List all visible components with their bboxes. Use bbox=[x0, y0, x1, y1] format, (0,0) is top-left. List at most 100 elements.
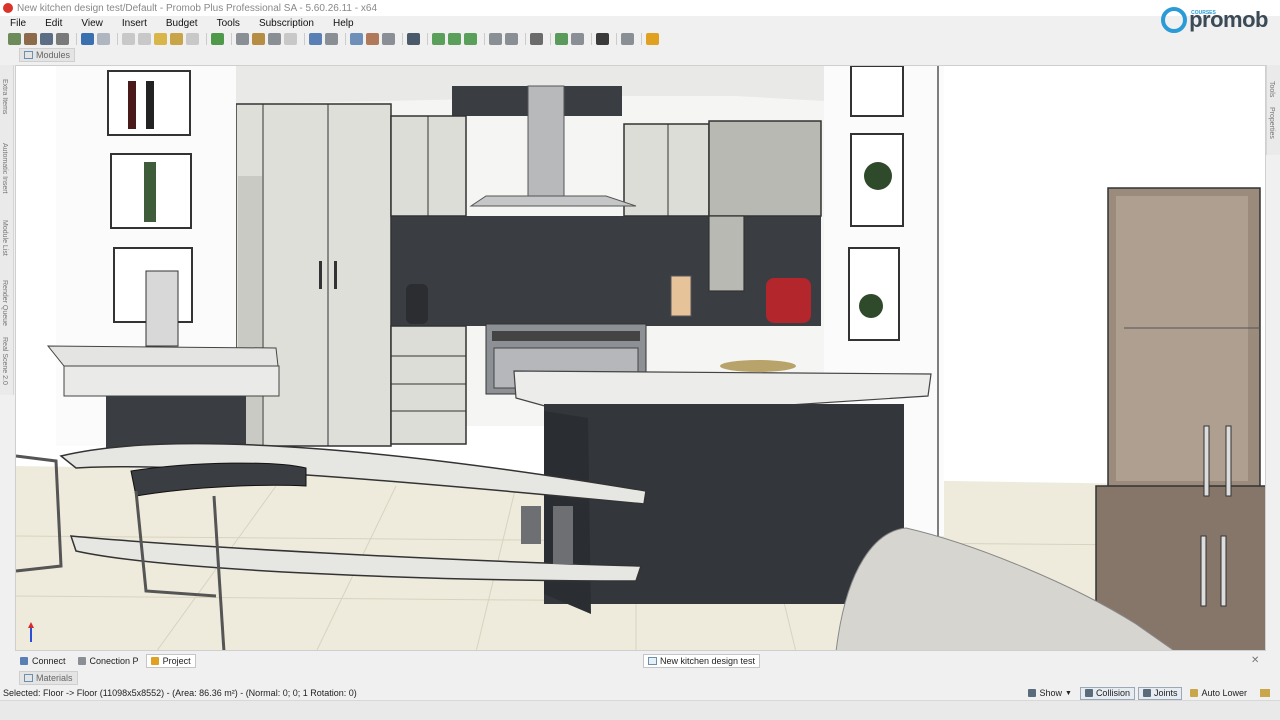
right-side-rail: Tools Properties bbox=[1266, 65, 1280, 155]
transform-icon[interactable] bbox=[571, 33, 584, 45]
toolbar-separator bbox=[616, 33, 617, 45]
lasso-icon[interactable] bbox=[268, 33, 281, 45]
window-title: New kitchen design test/Default - Promob… bbox=[17, 2, 377, 14]
undo-icon[interactable] bbox=[81, 33, 94, 45]
copy-icon[interactable] bbox=[138, 33, 151, 45]
show-button[interactable]: Show ▼ bbox=[1023, 687, 1076, 700]
rail-real-scene[interactable]: Real Scene 2.0 bbox=[1, 337, 8, 385]
measure-icon[interactable] bbox=[325, 33, 338, 45]
toolbar-separator bbox=[76, 33, 77, 45]
menu-view[interactable]: View bbox=[71, 18, 112, 29]
menu-insert[interactable]: Insert bbox=[112, 18, 156, 29]
toolbar-separator bbox=[206, 33, 207, 45]
toolbar-separator bbox=[345, 33, 346, 45]
align-icon[interactable] bbox=[621, 33, 634, 45]
app-icon bbox=[3, 3, 13, 13]
eye-icon[interactable] bbox=[407, 33, 420, 45]
material-icon[interactable] bbox=[366, 33, 379, 45]
show-icon bbox=[1028, 689, 1037, 697]
refresh-icon[interactable] bbox=[211, 33, 224, 45]
project-icon bbox=[150, 657, 159, 665]
catalog-icon[interactable] bbox=[646, 33, 659, 45]
pen-icon[interactable] bbox=[555, 33, 568, 45]
range-hood-chimney bbox=[527, 85, 565, 197]
corner-tall-unit bbox=[708, 215, 745, 292]
joints-label: Joints bbox=[1153, 688, 1178, 698]
camera-icon[interactable] bbox=[489, 33, 502, 45]
toolbar-separator bbox=[427, 33, 428, 45]
stand-mixer bbox=[766, 278, 811, 323]
move-icon[interactable] bbox=[596, 33, 609, 45]
tab-connect[interactable]: Connect bbox=[15, 654, 71, 668]
range-hood-canopy bbox=[469, 195, 637, 207]
view-prev-icon[interactable] bbox=[432, 33, 445, 45]
cooker-knobs bbox=[492, 331, 640, 341]
document-tab[interactable]: New kitchen design test bbox=[643, 654, 761, 668]
save-icon[interactable] bbox=[40, 33, 53, 45]
cabinet-handle bbox=[319, 261, 322, 289]
plant-niche-top bbox=[850, 66, 904, 117]
menu-edit[interactable]: Edit bbox=[35, 18, 71, 29]
materials-icon bbox=[24, 674, 33, 682]
menu-help[interactable]: Help bbox=[323, 18, 363, 29]
rail-extra-items[interactable]: Extra Items bbox=[1, 79, 8, 114]
print-icon[interactable] bbox=[56, 33, 69, 45]
delete-icon[interactable] bbox=[186, 33, 199, 45]
toolbar-separator bbox=[402, 33, 403, 45]
cabinet-handle bbox=[1200, 535, 1207, 607]
new-icon[interactable] bbox=[8, 33, 21, 45]
snapshot-icon[interactable] bbox=[505, 33, 518, 45]
rail-module-list[interactable]: Module List bbox=[1, 220, 8, 256]
collision-toggle[interactable]: Collision bbox=[1079, 686, 1135, 700]
grid-icon[interactable] bbox=[236, 33, 249, 45]
cube-icon[interactable] bbox=[530, 33, 543, 45]
upper-cabinet-corner bbox=[708, 120, 822, 217]
menu-subscription[interactable]: Subscription bbox=[249, 18, 323, 29]
paste-icon[interactable] bbox=[154, 33, 167, 45]
cabinet-handle bbox=[1203, 425, 1210, 497]
tab-project[interactable]: Project bbox=[145, 654, 196, 668]
rail-automatic-insert[interactable]: Automatic Insert bbox=[1, 143, 8, 194]
rail-properties[interactable]: Properties bbox=[1268, 107, 1275, 139]
auto-lower-label: Auto Lower bbox=[1201, 688, 1247, 698]
collision-label: Collision bbox=[1095, 688, 1130, 698]
materials-label: Materials bbox=[36, 673, 73, 683]
cabinet-handle bbox=[1225, 425, 1232, 497]
materials-panel-tab[interactable]: Materials bbox=[19, 671, 78, 685]
open-icon[interactable] bbox=[24, 33, 37, 45]
view-next-icon[interactable] bbox=[448, 33, 461, 45]
auto-lower-toggle[interactable]: Auto Lower bbox=[1185, 687, 1252, 700]
menu-budget[interactable]: Budget bbox=[156, 18, 207, 29]
joints-toggle[interactable]: Joints bbox=[1137, 686, 1183, 700]
layers-icon[interactable] bbox=[382, 33, 395, 45]
pin-icon[interactable] bbox=[1260, 689, 1270, 697]
menu-tools[interactable]: Tools bbox=[207, 18, 249, 29]
group-icon[interactable] bbox=[252, 33, 265, 45]
select-icon[interactable] bbox=[309, 33, 322, 45]
brush-icon[interactable] bbox=[170, 33, 183, 45]
cut-icon[interactable] bbox=[122, 33, 135, 45]
menu-file[interactable]: File bbox=[0, 18, 35, 29]
redo-icon[interactable] bbox=[97, 33, 110, 45]
3d-viewport[interactable] bbox=[15, 65, 1266, 651]
view-forward-icon[interactable] bbox=[464, 33, 477, 45]
modules-panel-tab[interactable]: Modules bbox=[19, 48, 76, 62]
connect-icon bbox=[20, 657, 28, 665]
air-fryer bbox=[406, 284, 428, 324]
frame-icon[interactable] bbox=[284, 33, 297, 45]
toolbar-separator bbox=[525, 33, 526, 45]
cabinet-handle bbox=[334, 261, 337, 289]
logo-sub: COURSES bbox=[1191, 10, 1216, 16]
cabinet-handle bbox=[1220, 535, 1227, 607]
tab-conection-p[interactable]: Conection P bbox=[73, 654, 144, 668]
toolbar-separator bbox=[304, 33, 305, 45]
main-toolbar bbox=[0, 31, 1280, 47]
connection-icon bbox=[77, 657, 86, 665]
rail-tools[interactable]: Tools bbox=[1268, 81, 1275, 97]
rail-render-queue[interactable]: Render Queue bbox=[1, 280, 8, 326]
close-document-icon[interactable]: ✕ bbox=[1251, 655, 1259, 666]
chevron-down-icon: ▼ bbox=[1065, 689, 1072, 697]
kitchen-render[interactable] bbox=[16, 66, 1266, 651]
render-icon[interactable] bbox=[350, 33, 363, 45]
logo-ring-icon bbox=[1161, 7, 1188, 33]
